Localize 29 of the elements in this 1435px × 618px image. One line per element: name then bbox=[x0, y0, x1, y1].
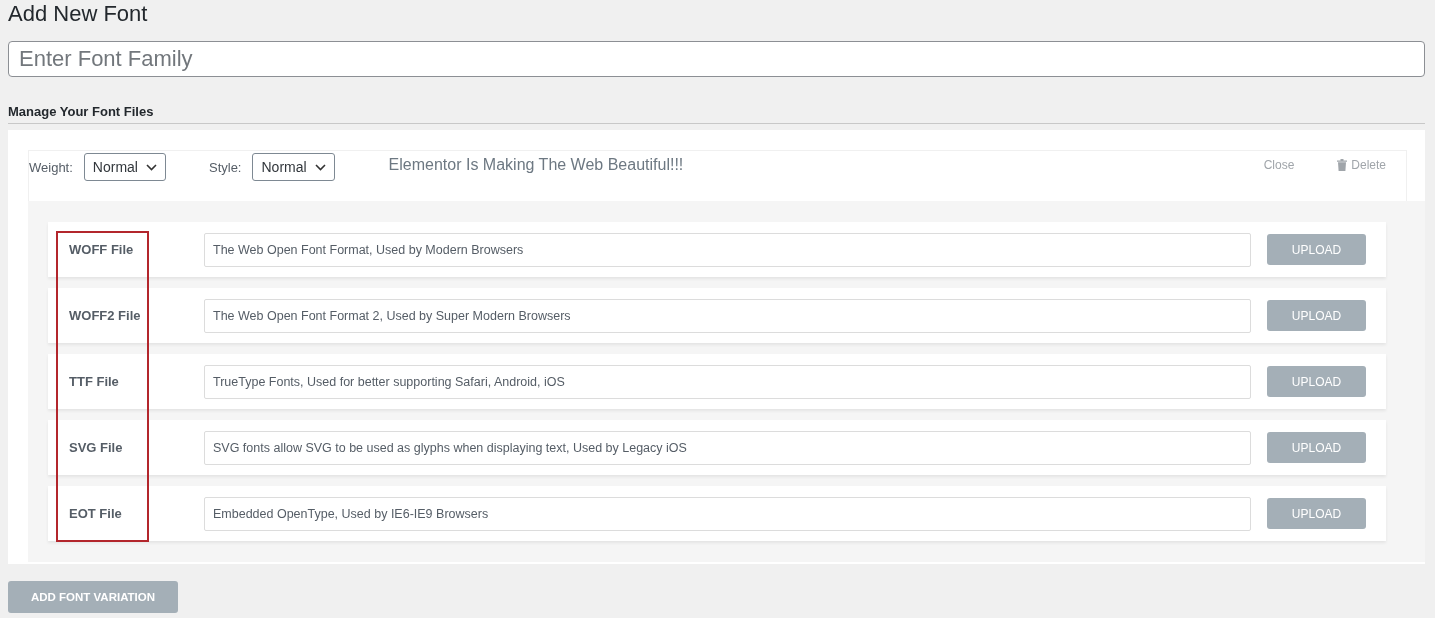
trash-icon bbox=[1337, 159, 1348, 171]
add-font-variation-button[interactable]: ADD FONT VARIATION bbox=[8, 581, 178, 613]
chevron-down-icon bbox=[145, 163, 157, 171]
file-url-field[interactable]: The Web Open Font Format 2, Used by Super Modern Browsers bbox=[204, 298, 1251, 333]
file-type-label: SVG File bbox=[69, 440, 124, 455]
preview-text: Elementor Is Making The Web Beautiful!!! bbox=[388, 155, 684, 175]
upload-button[interactable]: UPLOAD bbox=[1267, 498, 1366, 529]
file-type-label: WOFF File bbox=[69, 242, 135, 257]
file-url-field[interactable]: TrueType Fonts, Used for better supporting Safari, Android, iOS bbox=[204, 364, 1251, 399]
upload-button[interactable]: UPLOAD bbox=[1267, 300, 1366, 331]
delete-button[interactable]: Delete bbox=[1337, 153, 1386, 177]
page-title: Add New Font bbox=[8, 0, 149, 28]
close-link[interactable]: Close bbox=[1263, 153, 1295, 177]
style-select[interactable]: Normal bbox=[252, 153, 335, 181]
file-type-label: WOFF2 File bbox=[69, 308, 142, 323]
chevron-down-icon bbox=[314, 163, 326, 171]
file-url-field[interactable]: Embedded OpenType, Used by IE6-IE9 Browsers bbox=[204, 496, 1251, 531]
style-label: Style: bbox=[208, 158, 242, 177]
file-type-label: TTF File bbox=[69, 374, 120, 389]
upload-button[interactable]: UPLOAD bbox=[1267, 234, 1366, 265]
font-family-input[interactable]: Enter Font Family bbox=[8, 41, 1425, 77]
upload-button[interactable]: UPLOAD bbox=[1267, 366, 1366, 397]
upload-button[interactable]: UPLOAD bbox=[1267, 432, 1366, 463]
weight-label: Weight: bbox=[29, 158, 73, 177]
weight-select[interactable]: Normal bbox=[83, 153, 166, 181]
file-url-field[interactable]: SVG fonts allow SVG to be used as glyphs when displaying text, Used by Legacy iOS bbox=[204, 430, 1251, 465]
file-url-field[interactable]: The Web Open Font Format, Used by Modern Browsers bbox=[204, 232, 1251, 267]
file-type-label: EOT File bbox=[69, 506, 123, 521]
section-heading: Manage Your Font Files bbox=[8, 104, 154, 119]
